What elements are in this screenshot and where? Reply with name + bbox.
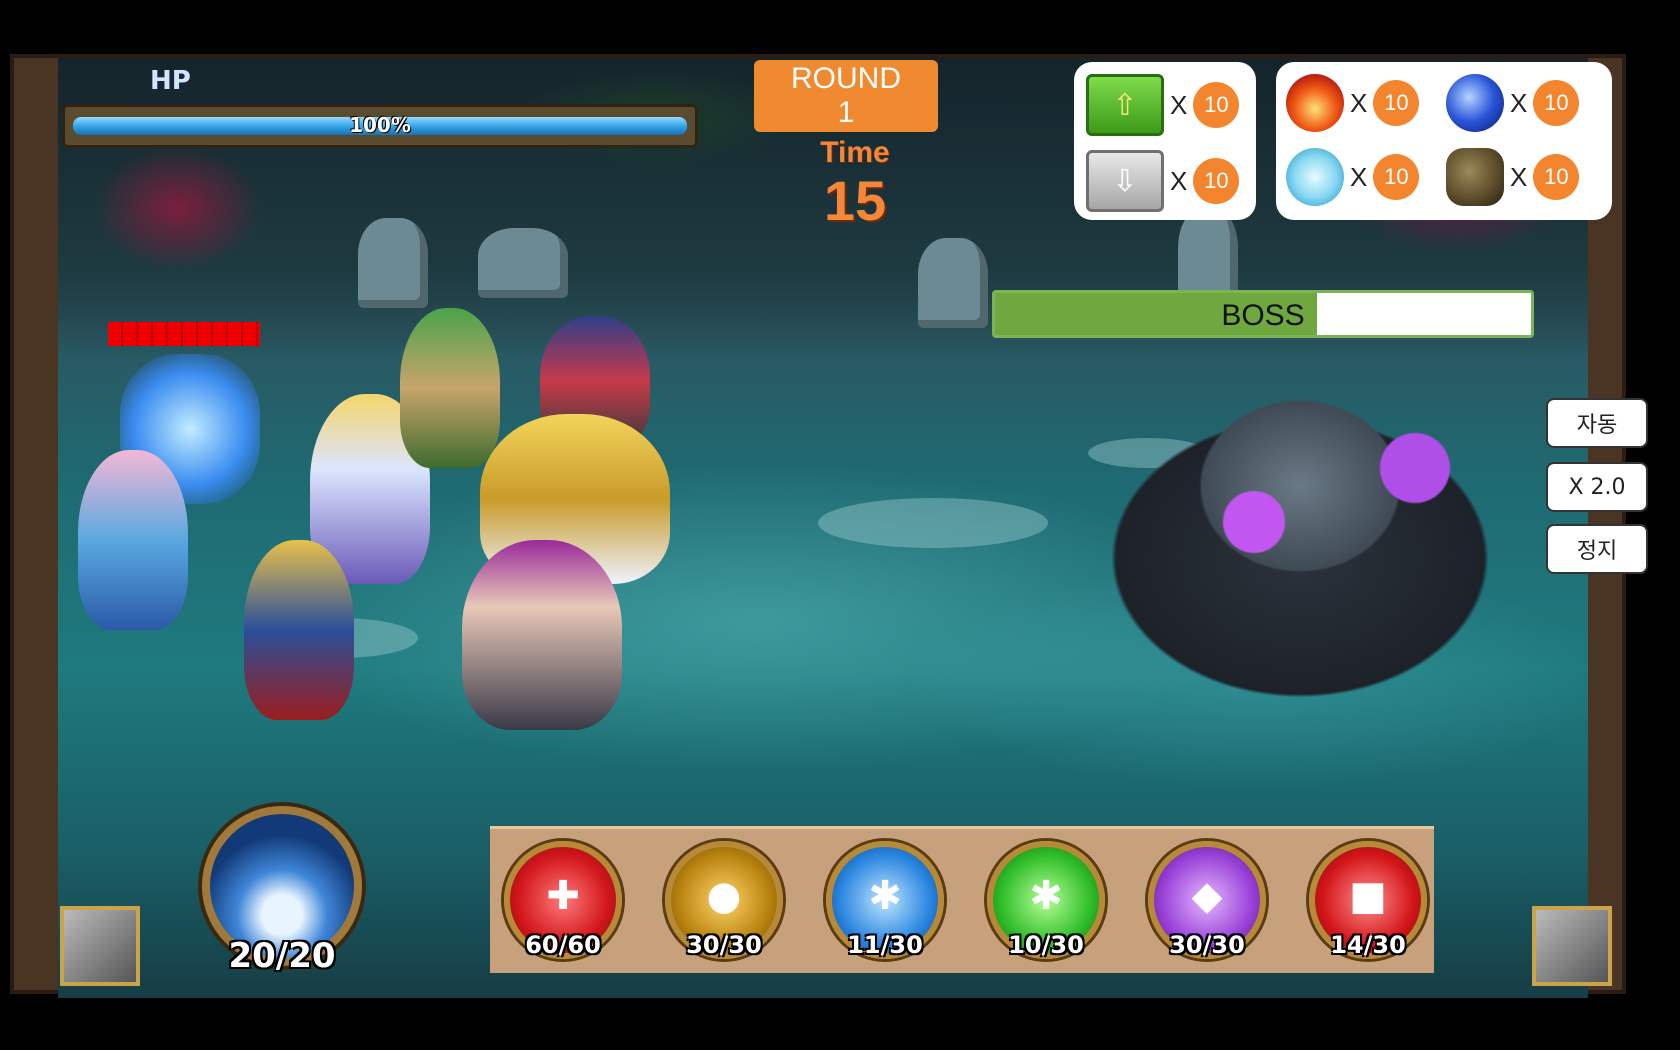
arrow-down-icon[interactable]: ⇩ xyxy=(1086,150,1164,212)
tombstone xyxy=(918,238,988,328)
element-item-panel: X 10 X 10 X 10 X 10 xyxy=(1276,62,1612,220)
skill-leaf-button[interactable]: ✱ 10/30 xyxy=(987,841,1105,959)
multiply-symbol: X xyxy=(1350,87,1368,118)
speed-button[interactable]: X 2.0 xyxy=(1546,462,1648,512)
fire-element-item[interactable]: X 10 xyxy=(1286,74,1420,132)
power-strike-icon: ■ xyxy=(1349,873,1387,919)
skill-charge-count: 30/30 xyxy=(1169,931,1245,959)
item-count-badge: 10 xyxy=(1193,82,1240,128)
water-element-item[interactable]: X 10 xyxy=(1446,74,1580,132)
party-hp-bar: 100% xyxy=(62,104,698,148)
wind-element-item[interactable]: X 10 xyxy=(1286,148,1420,206)
item-count-badge: 10 xyxy=(1373,80,1420,126)
left-corner-slot[interactable] xyxy=(60,906,140,986)
heal-heart-icon: ✚ xyxy=(546,873,580,919)
skill-voodoo-button[interactable]: ● 30/30 xyxy=(665,841,783,959)
time-label: Time xyxy=(820,136,890,169)
fire-element-icon[interactable] xyxy=(1286,74,1344,132)
boss-label: BOSS xyxy=(1221,299,1305,332)
arrow-item-panel: ⇧ X 10 ⇩ X 10 xyxy=(1074,62,1256,220)
item-count-badge: 10 xyxy=(1533,154,1580,200)
skill-charge-count: 30/30 xyxy=(686,931,762,959)
tombstone xyxy=(478,228,568,298)
auto-button[interactable]: 자동 xyxy=(1546,398,1648,448)
skill-charge-count: 11/30 xyxy=(847,931,923,959)
skill-ice-button[interactable]: ✱ 11/30 xyxy=(826,841,944,959)
multiply-symbol: X xyxy=(1510,87,1528,118)
item-count-badge: 10 xyxy=(1193,158,1240,204)
item-count-badge: 10 xyxy=(1533,80,1580,126)
multiply-symbol: X xyxy=(1350,161,1368,192)
arrow-down-item[interactable]: ⇩ X 10 xyxy=(1086,150,1240,212)
hero-swordswoman[interactable] xyxy=(462,540,622,730)
ice-shuriken-icon: ✱ xyxy=(868,873,902,919)
skill-bar: ✚ 60/60 ● 30/30 ✱ 11/30 ✱ 10/30 ◆ 30/30 … xyxy=(490,826,1434,973)
stop-button[interactable]: 정지 xyxy=(1546,524,1648,574)
earth-element-item[interactable]: X 10 xyxy=(1446,148,1580,206)
skill-arcane-button[interactable]: ◆ 30/30 xyxy=(1148,841,1266,959)
arrow-up-icon[interactable]: ⇧ xyxy=(1086,74,1164,136)
earth-element-icon[interactable] xyxy=(1446,148,1504,206)
voodoo-doll-icon: ● xyxy=(706,873,742,919)
stone-pad xyxy=(818,498,1048,548)
round-label: ROUND xyxy=(791,62,901,95)
tombstone xyxy=(358,218,428,308)
round-indicator: ROUND 1 xyxy=(754,60,938,132)
round-number: 1 xyxy=(837,96,855,129)
mana-count: 20/20 xyxy=(228,936,336,976)
leaf-shuriken-icon: ✱ xyxy=(1029,873,1063,919)
boss-golem[interactable] xyxy=(1070,360,1530,720)
wind-element-icon[interactable] xyxy=(1286,148,1344,206)
multiply-symbol: X xyxy=(1170,89,1188,120)
hero-priestess[interactable] xyxy=(78,450,188,630)
skill-charge-count: 10/30 xyxy=(1008,931,1084,959)
hero-knight[interactable] xyxy=(244,540,354,720)
hero-archer[interactable] xyxy=(400,308,500,468)
arrow-up-item[interactable]: ⇧ X 10 xyxy=(1086,74,1240,136)
boss-hp-bar: BOSS xyxy=(992,290,1534,338)
arcane-blade-icon: ◆ xyxy=(1191,873,1223,919)
skill-strike-button[interactable]: ■ 14/30 xyxy=(1309,841,1427,959)
multiply-symbol: X xyxy=(1170,165,1188,196)
skill-charge-count: 60/60 xyxy=(525,931,601,959)
right-corner-slot[interactable] xyxy=(1532,906,1612,986)
item-count-badge: 10 xyxy=(1373,154,1420,200)
party-hp-percent: 100% xyxy=(349,113,411,137)
time-value: 15 xyxy=(823,169,887,232)
hp-label: HP xyxy=(150,66,191,96)
multiply-symbol: X xyxy=(1510,161,1528,192)
crystal-hp-bar xyxy=(108,322,260,346)
skill-charge-count: 14/30 xyxy=(1330,931,1406,959)
skill-heal-button[interactable]: ✚ 60/60 xyxy=(504,841,622,959)
water-element-icon[interactable] xyxy=(1446,74,1504,132)
